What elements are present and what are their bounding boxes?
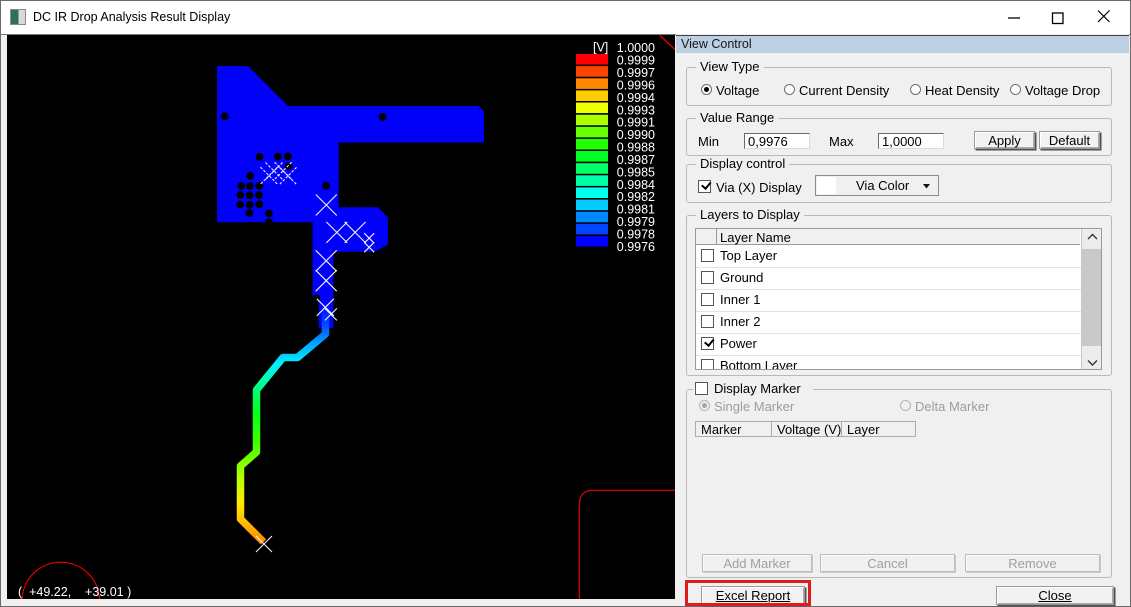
svg-text:( +49.22, +39.01 ): ( +49.22, +39.01 ) bbox=[18, 585, 131, 599]
svg-text:[V]: [V] bbox=[593, 41, 608, 55]
svg-text:0.9976: 0.9976 bbox=[617, 240, 655, 254]
